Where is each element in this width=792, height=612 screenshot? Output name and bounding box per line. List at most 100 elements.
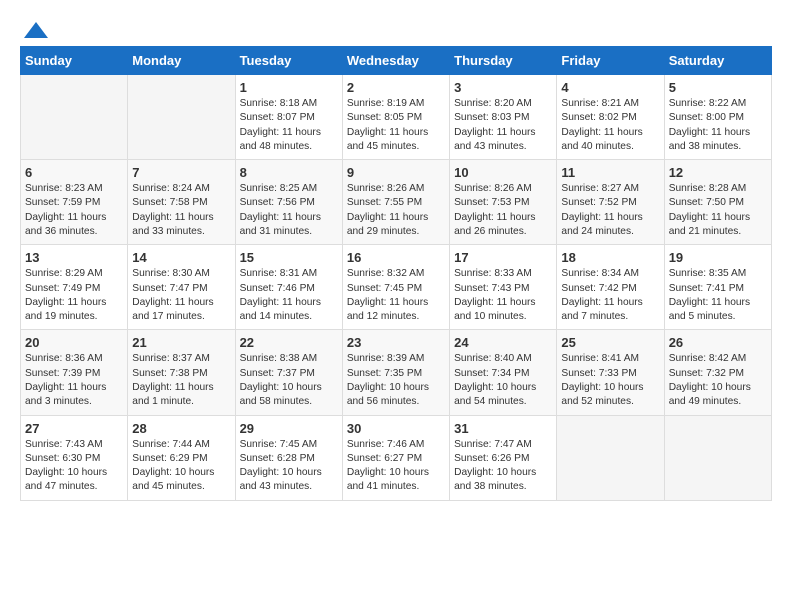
calendar-cell: 20 Sunrise: 8:36 AM Sunset: 7:39 PM Dayli… <box>21 330 128 415</box>
calendar-cell: 15 Sunrise: 8:31 AM Sunset: 7:46 PM Dayli… <box>235 245 342 330</box>
calendar-cell <box>664 415 771 500</box>
cell-content: Sunrise: 8:34 AM Sunset: 7:42 PM Dayligh… <box>561 267 659 324</box>
calendar-cell: 14 Sunrise: 8:30 AM Sunset: 7:47 PM Dayli… <box>128 245 235 330</box>
cell-content: Sunrise: 8:27 AM Sunset: 7:52 PM Dayligh… <box>561 182 659 239</box>
cell-content: Sunrise: 7:47 AM Sunset: 6:26 PM Dayligh… <box>454 438 552 495</box>
calendar-header-thursday: Thursday <box>450 47 557 75</box>
calendar-cell: 18 Sunrise: 8:34 AM Sunset: 7:42 PM Dayli… <box>557 245 664 330</box>
day-number: 20 <box>25 335 123 350</box>
day-number: 15 <box>240 250 338 265</box>
cell-content: Sunrise: 8:18 AM Sunset: 8:07 PM Dayligh… <box>240 97 338 154</box>
cell-content: Sunrise: 8:37 AM Sunset: 7:38 PM Dayligh… <box>132 352 230 409</box>
day-number: 27 <box>25 421 123 436</box>
cell-content: Sunrise: 8:23 AM Sunset: 7:59 PM Dayligh… <box>25 182 123 239</box>
calendar-header-row: SundayMondayTuesdayWednesdayThursdayFrid… <box>21 47 772 75</box>
calendar-cell: 11 Sunrise: 8:27 AM Sunset: 7:52 PM Dayli… <box>557 160 664 245</box>
calendar-table: SundayMondayTuesdayWednesdayThursdayFrid… <box>20 46 772 501</box>
cell-content: Sunrise: 8:36 AM Sunset: 7:39 PM Dayligh… <box>25 352 123 409</box>
calendar-cell: 21 Sunrise: 8:37 AM Sunset: 7:38 PM Dayli… <box>128 330 235 415</box>
day-number: 4 <box>561 80 659 95</box>
calendar-cell: 16Sunrise: 8:32 AM Sunset: 7:45 PM Dayli… <box>342 245 449 330</box>
cell-content: Sunrise: 8:42 AM Sunset: 7:32 PM Dayligh… <box>669 352 767 409</box>
cell-content: Sunrise: 8:39 AM Sunset: 7:35 PM Dayligh… <box>347 352 445 409</box>
cell-content: Sunrise: 8:35 AM Sunset: 7:41 PM Dayligh… <box>669 267 767 324</box>
cell-content: Sunrise: 8:21 AM Sunset: 8:02 PM Dayligh… <box>561 97 659 154</box>
calendar-cell: 6Sunrise: 8:23 AM Sunset: 7:59 PM Daylig… <box>21 160 128 245</box>
calendar-cell: 9Sunrise: 8:26 AM Sunset: 7:55 PM Daylig… <box>342 160 449 245</box>
calendar-cell: 30Sunrise: 7:46 AM Sunset: 6:27 PM Dayli… <box>342 415 449 500</box>
calendar-cell: 27 Sunrise: 7:43 AM Sunset: 6:30 PM Dayli… <box>21 415 128 500</box>
day-number: 13 <box>25 250 123 265</box>
calendar-cell: 31 Sunrise: 7:47 AM Sunset: 6:26 PM Dayli… <box>450 415 557 500</box>
cell-content: Sunrise: 8:41 AM Sunset: 7:33 PM Dayligh… <box>561 352 659 409</box>
day-number: 17 <box>454 250 552 265</box>
cell-content: Sunrise: 8:40 AM Sunset: 7:34 PM Dayligh… <box>454 352 552 409</box>
day-number: 8 <box>240 165 338 180</box>
calendar-cell: 19Sunrise: 8:35 AM Sunset: 7:41 PM Dayli… <box>664 245 771 330</box>
calendar-cell <box>557 415 664 500</box>
calendar-cell <box>21 75 128 160</box>
calendar-cell: 1 Sunrise: 8:18 AM Sunset: 8:07 PM Daylig… <box>235 75 342 160</box>
day-number: 22 <box>240 335 338 350</box>
calendar-cell: 28Sunrise: 7:44 AM Sunset: 6:29 PM Dayli… <box>128 415 235 500</box>
calendar-cell: 4 Sunrise: 8:21 AM Sunset: 8:02 PM Daylig… <box>557 75 664 160</box>
logo-icon <box>22 20 50 40</box>
calendar-cell: 5 Sunrise: 8:22 AM Sunset: 8:00 PM Daylig… <box>664 75 771 160</box>
day-number: 28 <box>132 421 230 436</box>
day-number: 14 <box>132 250 230 265</box>
cell-content: Sunrise: 8:30 AM Sunset: 7:47 PM Dayligh… <box>132 267 230 324</box>
day-number: 1 <box>240 80 338 95</box>
calendar-week-row: 6Sunrise: 8:23 AM Sunset: 7:59 PM Daylig… <box>21 160 772 245</box>
calendar-header-saturday: Saturday <box>664 47 771 75</box>
calendar-cell: 12 Sunrise: 8:28 AM Sunset: 7:50 PM Dayli… <box>664 160 771 245</box>
page-header <box>20 20 772 36</box>
calendar-week-row: 13 Sunrise: 8:29 AM Sunset: 7:49 PM Dayli… <box>21 245 772 330</box>
cell-content: Sunrise: 8:24 AM Sunset: 7:58 PM Dayligh… <box>132 182 230 239</box>
cell-content: Sunrise: 8:31 AM Sunset: 7:46 PM Dayligh… <box>240 267 338 324</box>
calendar-header-monday: Monday <box>128 47 235 75</box>
calendar-week-row: 27 Sunrise: 7:43 AM Sunset: 6:30 PM Dayli… <box>21 415 772 500</box>
day-number: 16 <box>347 250 445 265</box>
day-number: 2 <box>347 80 445 95</box>
calendar-cell: 17 Sunrise: 8:33 AM Sunset: 7:43 PM Dayli… <box>450 245 557 330</box>
calendar-cell: 2 Sunrise: 8:19 AM Sunset: 8:05 PM Daylig… <box>342 75 449 160</box>
cell-content: Sunrise: 8:26 AM Sunset: 7:53 PM Dayligh… <box>454 182 552 239</box>
calendar-cell: 8Sunrise: 8:25 AM Sunset: 7:56 PM Daylig… <box>235 160 342 245</box>
day-number: 21 <box>132 335 230 350</box>
calendar-cell: 3Sunrise: 8:20 AM Sunset: 8:03 PM Daylig… <box>450 75 557 160</box>
calendar-cell: 26 Sunrise: 8:42 AM Sunset: 7:32 PM Dayli… <box>664 330 771 415</box>
calendar-cell: 24Sunrise: 8:40 AM Sunset: 7:34 PM Dayli… <box>450 330 557 415</box>
calendar-cell <box>128 75 235 160</box>
calendar-cell: 25 Sunrise: 8:41 AM Sunset: 7:33 PM Dayli… <box>557 330 664 415</box>
day-number: 23 <box>347 335 445 350</box>
cell-content: Sunrise: 7:45 AM Sunset: 6:28 PM Dayligh… <box>240 438 338 495</box>
calendar-cell: 13 Sunrise: 8:29 AM Sunset: 7:49 PM Dayli… <box>21 245 128 330</box>
day-number: 26 <box>669 335 767 350</box>
cell-content: Sunrise: 8:33 AM Sunset: 7:43 PM Dayligh… <box>454 267 552 324</box>
day-number: 12 <box>669 165 767 180</box>
cell-content: Sunrise: 8:29 AM Sunset: 7:49 PM Dayligh… <box>25 267 123 324</box>
day-number: 25 <box>561 335 659 350</box>
cell-content: Sunrise: 7:43 AM Sunset: 6:30 PM Dayligh… <box>25 438 123 495</box>
cell-content: Sunrise: 8:22 AM Sunset: 8:00 PM Dayligh… <box>669 97 767 154</box>
day-number: 29 <box>240 421 338 436</box>
calendar-header-wednesday: Wednesday <box>342 47 449 75</box>
calendar-cell: 7 Sunrise: 8:24 AM Sunset: 7:58 PM Daylig… <box>128 160 235 245</box>
cell-content: Sunrise: 7:46 AM Sunset: 6:27 PM Dayligh… <box>347 438 445 495</box>
cell-content: Sunrise: 8:38 AM Sunset: 7:37 PM Dayligh… <box>240 352 338 409</box>
calendar-week-row: 1 Sunrise: 8:18 AM Sunset: 8:07 PM Daylig… <box>21 75 772 160</box>
cell-content: Sunrise: 8:19 AM Sunset: 8:05 PM Dayligh… <box>347 97 445 154</box>
calendar-cell: 22 Sunrise: 8:38 AM Sunset: 7:37 PM Dayli… <box>235 330 342 415</box>
day-number: 31 <box>454 421 552 436</box>
cell-content: Sunrise: 8:28 AM Sunset: 7:50 PM Dayligh… <box>669 182 767 239</box>
day-number: 9 <box>347 165 445 180</box>
day-number: 18 <box>561 250 659 265</box>
calendar-header-sunday: Sunday <box>21 47 128 75</box>
calendar-cell: 10 Sunrise: 8:26 AM Sunset: 7:53 PM Dayli… <box>450 160 557 245</box>
cell-content: Sunrise: 8:20 AM Sunset: 8:03 PM Dayligh… <box>454 97 552 154</box>
day-number: 10 <box>454 165 552 180</box>
calendar-week-row: 20 Sunrise: 8:36 AM Sunset: 7:39 PM Dayli… <box>21 330 772 415</box>
day-number: 11 <box>561 165 659 180</box>
day-number: 7 <box>132 165 230 180</box>
day-number: 5 <box>669 80 767 95</box>
